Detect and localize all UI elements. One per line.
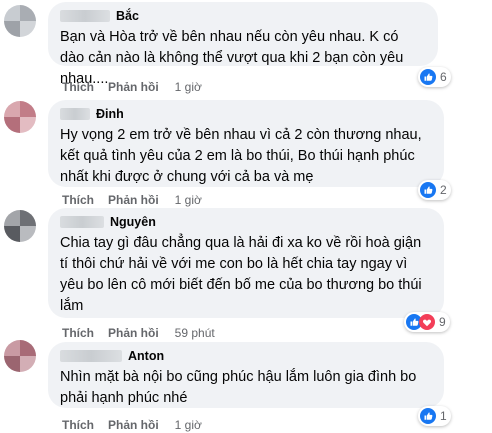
comment-item: Nguyên Chia tay gì đâu chẳng qua là hải …: [0, 202, 492, 340]
comment-item: Bắc Bạn và Hòa trở về bên nhau nếu còn y…: [0, 0, 492, 96]
comment-text: Hy vọng 2 em trở về bên nhau vì cả 2 còn…: [60, 127, 422, 185]
reaction-summary[interactable]: 1: [418, 406, 451, 426]
comment-text: Chia tay gì đâu chẳng qua là hải đi xa k…: [60, 235, 422, 314]
avatar[interactable]: [4, 5, 36, 37]
reaction-summary[interactable]: 2: [418, 180, 451, 200]
reply-button[interactable]: Phản hồi: [108, 418, 159, 432]
commenter-name[interactable]: Đinh: [96, 107, 124, 121]
comment-item: Anton Nhìn mặt bà nội bo cũng phúc hậu l…: [0, 332, 492, 433]
comment-actions: Thích Phản hồi 1 giờ: [62, 80, 202, 94]
reaction-count: 2: [440, 183, 447, 197]
comment-bubble: Đinh Hy vọng 2 em trở về bên nhau vì cả …: [48, 100, 444, 187]
redacted-name: [60, 350, 122, 362]
love-icon: [419, 314, 435, 330]
comment-time[interactable]: 1 giờ: [175, 80, 202, 94]
like-icon: [420, 69, 436, 85]
reaction-summary[interactable]: 6: [418, 67, 451, 87]
avatar[interactable]: [4, 101, 36, 133]
comment-item: Đinh Hy vọng 2 em trở về bên nhau vì cả …: [0, 96, 492, 207]
comment-actions: Thích Phản hồi 1 giờ: [62, 418, 202, 432]
commenter-name[interactable]: Nguyên: [110, 215, 156, 229]
commenter-name[interactable]: Bắc: [116, 9, 139, 23]
like-icon: [420, 182, 436, 198]
reaction-count: 9: [439, 315, 446, 329]
like-icon: [420, 408, 436, 424]
comment-bubble: Nguyên Chia tay gì đâu chẳng qua là hải …: [48, 208, 444, 318]
reaction-summary[interactable]: 9: [404, 312, 450, 332]
redacted-name: [60, 216, 104, 228]
like-button[interactable]: Thích: [62, 80, 94, 94]
reaction-count: 1: [440, 409, 447, 423]
reaction-count: 6: [440, 70, 447, 84]
comment-text: Nhìn mặt bà nội bo cũng phúc hậu lắm luô…: [60, 369, 417, 406]
reply-button[interactable]: Phản hồi: [108, 80, 159, 94]
avatar[interactable]: [4, 340, 36, 372]
comment-bubble: Anton Nhìn mặt bà nội bo cũng phúc hậu l…: [48, 342, 444, 408]
redacted-name: [60, 108, 90, 120]
avatar[interactable]: [4, 210, 36, 242]
commenter-name[interactable]: Anton: [128, 349, 164, 363]
redacted-name: [60, 10, 110, 22]
like-button[interactable]: Thích: [62, 418, 94, 432]
comment-bubble: Bắc Bạn và Hòa trở về bên nhau nếu còn y…: [48, 2, 438, 87]
comment-time[interactable]: 1 giờ: [175, 418, 202, 432]
